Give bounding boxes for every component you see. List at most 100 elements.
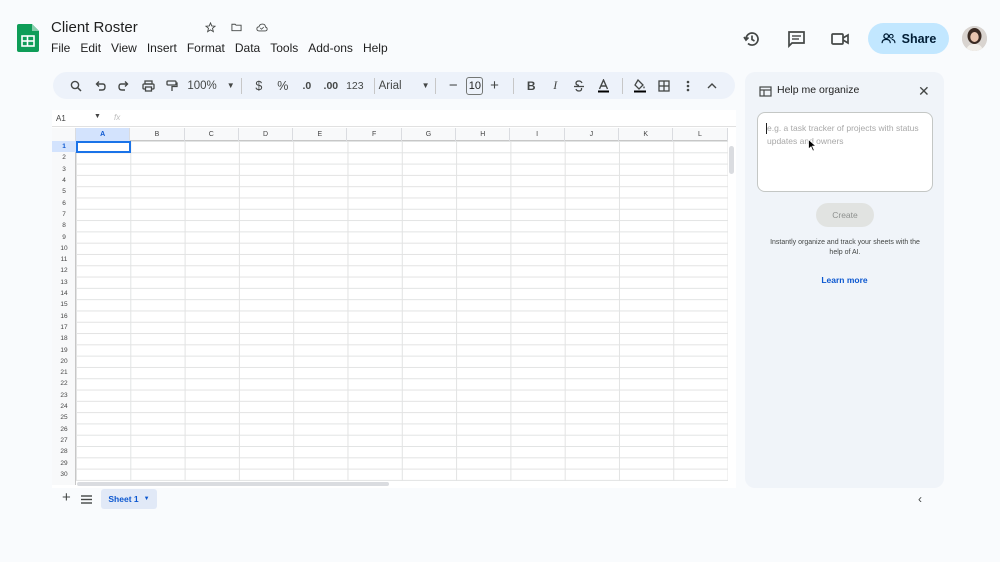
menu-insert[interactable]: Insert xyxy=(147,41,187,55)
menu-help[interactable]: Help xyxy=(363,41,398,55)
row-header[interactable]: 2 xyxy=(52,152,76,163)
row-header[interactable]: 15 xyxy=(52,299,76,310)
all-sheets-icon[interactable] xyxy=(81,492,92,507)
menu-file[interactable]: File xyxy=(51,41,80,55)
row-header[interactable]: 7 xyxy=(52,209,76,220)
menu-add-ons[interactable]: Add-ons xyxy=(308,41,363,55)
share-button[interactable]: Share xyxy=(868,23,949,54)
collapse-toolbar-icon[interactable] xyxy=(701,76,723,96)
prompt-box[interactable] xyxy=(757,112,933,192)
row-header[interactable]: 17 xyxy=(52,322,76,333)
row-header[interactable]: 5 xyxy=(52,186,76,197)
column-header[interactable]: C xyxy=(185,128,239,141)
row-header[interactable]: 9 xyxy=(52,231,76,242)
font-size-input[interactable]: 10 xyxy=(466,76,484,95)
column-header[interactable]: H xyxy=(456,128,511,141)
decrease-decimal-button[interactable]: .0 xyxy=(296,76,318,96)
row-header[interactable]: 3 xyxy=(52,164,76,175)
column-header[interactable]: L xyxy=(673,128,728,141)
row-header[interactable]: 16 xyxy=(52,311,76,322)
increase-font-size-icon[interactable]: + xyxy=(483,76,505,96)
row-header[interactable]: 1 xyxy=(52,141,76,153)
column-header[interactable]: D xyxy=(239,128,294,141)
row-header[interactable]: 30 xyxy=(52,469,76,480)
row-header[interactable]: 22 xyxy=(52,378,76,389)
name-box[interactable]: A1 xyxy=(56,114,66,123)
column-header[interactable]: E xyxy=(293,128,348,141)
row-header[interactable]: 23 xyxy=(52,390,76,401)
number-format-button[interactable]: 123 xyxy=(344,76,366,96)
column-header[interactable]: J xyxy=(565,128,619,141)
row-header[interactable]: 27 xyxy=(52,435,76,446)
row-header[interactable]: 20 xyxy=(52,356,76,367)
menu-data[interactable]: Data xyxy=(235,41,270,55)
currency-format-button[interactable]: $ xyxy=(248,76,270,96)
text-color-icon[interactable] xyxy=(592,76,614,96)
star-icon[interactable] xyxy=(203,20,217,34)
create-button[interactable]: Create xyxy=(816,203,874,227)
menu-edit[interactable]: Edit xyxy=(80,41,111,55)
menu-view[interactable]: View xyxy=(111,41,147,55)
fill-color-icon[interactable] xyxy=(629,76,651,96)
sheets-logo-icon[interactable] xyxy=(17,24,39,52)
percent-format-button[interactable]: % xyxy=(272,76,294,96)
sheet-tab-active[interactable]: Sheet 1 ▼ xyxy=(101,489,157,509)
row-header[interactable]: 26 xyxy=(52,424,76,435)
bold-button[interactable]: B xyxy=(520,76,542,96)
row-header[interactable]: 18 xyxy=(52,333,76,344)
cell-grid[interactable] xyxy=(76,141,728,481)
column-header[interactable]: F xyxy=(348,128,402,141)
selected-cell[interactable] xyxy=(76,141,131,153)
sheet-tab-dropdown-icon[interactable]: ▼ xyxy=(144,496,150,502)
cloud-status-icon[interactable] xyxy=(255,20,269,34)
row-header[interactable]: 19 xyxy=(52,344,76,355)
prompt-input[interactable] xyxy=(758,113,932,191)
row-header[interactable]: 24 xyxy=(52,401,76,412)
row-header[interactable]: 6 xyxy=(52,198,76,209)
more-options-icon[interactable] xyxy=(677,76,699,96)
row-header[interactable]: 28 xyxy=(52,446,76,457)
row-header[interactable]: 11 xyxy=(52,254,76,265)
folder-icon[interactable] xyxy=(229,20,243,34)
row-header[interactable]: 12 xyxy=(52,265,76,276)
strikethrough-icon[interactable] xyxy=(568,76,590,96)
menu-tools[interactable]: Tools xyxy=(270,41,308,55)
row-header[interactable]: 13 xyxy=(52,277,76,288)
undo-icon[interactable] xyxy=(89,76,111,96)
row-header[interactable]: 4 xyxy=(52,175,76,186)
vertical-scroll-thumb[interactable] xyxy=(729,146,734,174)
row-header[interactable]: 21 xyxy=(52,367,76,378)
close-icon[interactable]: ✕ xyxy=(918,83,930,100)
row-header[interactable]: 10 xyxy=(52,243,76,254)
column-header[interactable]: B xyxy=(130,128,185,141)
vertical-scrollbar[interactable] xyxy=(728,141,736,486)
redo-icon[interactable] xyxy=(113,76,135,96)
italic-button[interactable]: I xyxy=(544,76,566,96)
row-header[interactable]: 25 xyxy=(52,412,76,423)
learn-more-link[interactable]: Learn more xyxy=(745,275,944,285)
row-header[interactable]: 14 xyxy=(52,288,76,299)
select-all-corner[interactable] xyxy=(52,128,76,141)
search-menus-icon[interactable] xyxy=(65,76,87,96)
decrease-font-size-icon[interactable]: − xyxy=(442,76,464,96)
font-select[interactable]: Arial ▼ xyxy=(379,76,430,96)
column-header[interactable]: K xyxy=(619,128,674,141)
account-avatar[interactable] xyxy=(962,26,987,51)
horizontal-scroll-thumb[interactable] xyxy=(77,482,389,486)
increase-decimal-button[interactable]: .00 xyxy=(320,76,342,96)
history-icon[interactable] xyxy=(741,28,763,50)
row-header[interactable]: 29 xyxy=(52,457,76,468)
column-header[interactable]: I xyxy=(510,128,565,141)
menu-format[interactable]: Format xyxy=(187,41,235,55)
zoom-select[interactable]: 100% ▼ xyxy=(185,76,234,96)
document-title[interactable]: Client Roster xyxy=(51,19,138,36)
expand-side-panel-icon[interactable]: ‹ xyxy=(918,492,922,506)
meet-icon[interactable] xyxy=(829,28,851,50)
column-header[interactable]: A xyxy=(76,128,131,141)
row-header[interactable]: 8 xyxy=(52,220,76,231)
comment-icon[interactable] xyxy=(785,28,807,50)
paint-format-icon[interactable] xyxy=(161,76,183,96)
print-icon[interactable] xyxy=(137,76,159,96)
borders-icon[interactable] xyxy=(653,76,675,96)
add-sheet-icon[interactable]: + xyxy=(62,489,71,506)
